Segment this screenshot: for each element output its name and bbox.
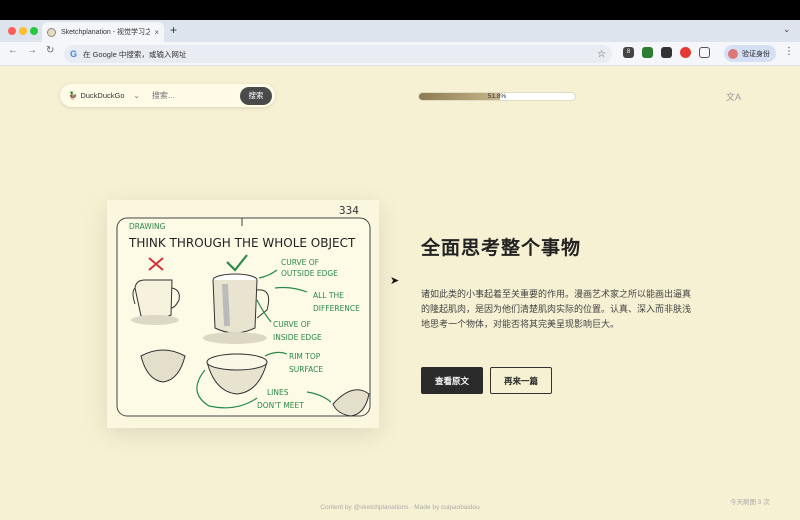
extension-store-icon[interactable] [661, 47, 672, 58]
back-icon[interactable]: ← [8, 45, 18, 56]
menu-icon[interactable]: ⋮ [784, 46, 794, 57]
annotation-lines-2: DON'T MEET [257, 401, 304, 410]
sketch-category: DRAWING [129, 222, 166, 231]
avatar [728, 48, 738, 59]
minimize-window-button[interactable] [19, 27, 27, 35]
tab-list-chevron-icon[interactable]: ⌄ [783, 24, 791, 35]
profile-label: 验证身份 [742, 50, 770, 58]
tab-title: Sketchplanation - 视觉学习之 [61, 29, 151, 36]
progress-label: 51.8% [487, 93, 507, 100]
mouse-cursor-icon: ➤ [390, 275, 400, 287]
sketch-illustration: DRAWING THINK THROUGH THE WHOLE OBJECT C… [116, 217, 371, 417]
annotation-curve-outside-1: CURVE OF [281, 258, 319, 267]
annotation-all-2: DIFFERENCE [313, 304, 360, 313]
annotation-lines-1: LINES [267, 388, 289, 397]
engine-label: DuckDuckGo [80, 91, 125, 100]
close-window-button[interactable] [8, 27, 16, 35]
tab-close-icon[interactable]: × [154, 28, 159, 37]
engine-selector[interactable]: 🦆 DuckDuckGo ⌄ [68, 91, 140, 100]
annotation-curve-inside-1: CURVE OF [273, 320, 311, 329]
next-article-button[interactable]: 再来一篇 [490, 367, 552, 394]
sketchplanation-favicon-icon [47, 27, 56, 37]
footer-credit: Content by @sketchplanations · Made by c… [320, 504, 480, 511]
google-icon: G [70, 49, 78, 59]
new-tab-button[interactable]: + [170, 23, 177, 37]
sketch-heading: THINK THROUGH THE WHOLE OBJECT [128, 236, 356, 250]
search-input[interactable] [151, 91, 240, 100]
search-button[interactable]: 搜索 [240, 86, 272, 105]
progress-bar: 51.8% [418, 92, 576, 101]
extension-green-icon[interactable] [642, 47, 653, 58]
view-original-button[interactable]: 查看原文 [421, 367, 483, 394]
chevron-down-icon: ⌄ [133, 91, 140, 100]
screen-top-bar [0, 0, 800, 20]
article-title: 全面思考整个事物 [421, 238, 582, 259]
article-description: 诸如此类的小事起着至关重要的作用。漫画艺术家之所以能画出逼真的隆起肌肉，是因为他… [421, 289, 692, 329]
extensions-puzzle-icon[interactable] [699, 47, 710, 58]
tab-sketchplanation[interactable]: Sketchplanation - 视觉学习之 × [42, 22, 164, 42]
annotation-rim-2: SURFACE [289, 365, 323, 374]
annotation-all-1: ALL THE [313, 291, 344, 300]
address-bar[interactable]: G 在 Google 中搜索，或输入网址 ☆ [64, 45, 612, 63]
annotation-curve-inside-2: INSIDE EDGE [273, 333, 322, 342]
star-icon[interactable]: ☆ [597, 49, 606, 60]
translate-icon[interactable]: 文A [726, 90, 741, 103]
extension-badge-icon[interactable]: 8 [623, 47, 634, 58]
maximize-window-button[interactable] [30, 27, 38, 35]
sketch-card: 334 DRAWING THINK THROUGH THE WHOLE OBJE… [107, 200, 379, 428]
extension-red-icon[interactable] [680, 47, 691, 58]
search-box: 🦆 DuckDuckGo ⌄ 搜索 [60, 84, 275, 107]
forward-icon[interactable]: → [27, 45, 37, 56]
annotation-rim-1: RIM TOP [289, 352, 321, 361]
reload-icon[interactable]: ↻ [46, 45, 54, 56]
duck-icon: 🦆 [68, 91, 78, 100]
annotation-curve-outside-2: OUTSIDE EDGE [281, 269, 338, 278]
address-text: 在 Google 中搜索，或输入网址 [83, 49, 187, 59]
profile-button[interactable]: 验证身份 [724, 45, 776, 62]
